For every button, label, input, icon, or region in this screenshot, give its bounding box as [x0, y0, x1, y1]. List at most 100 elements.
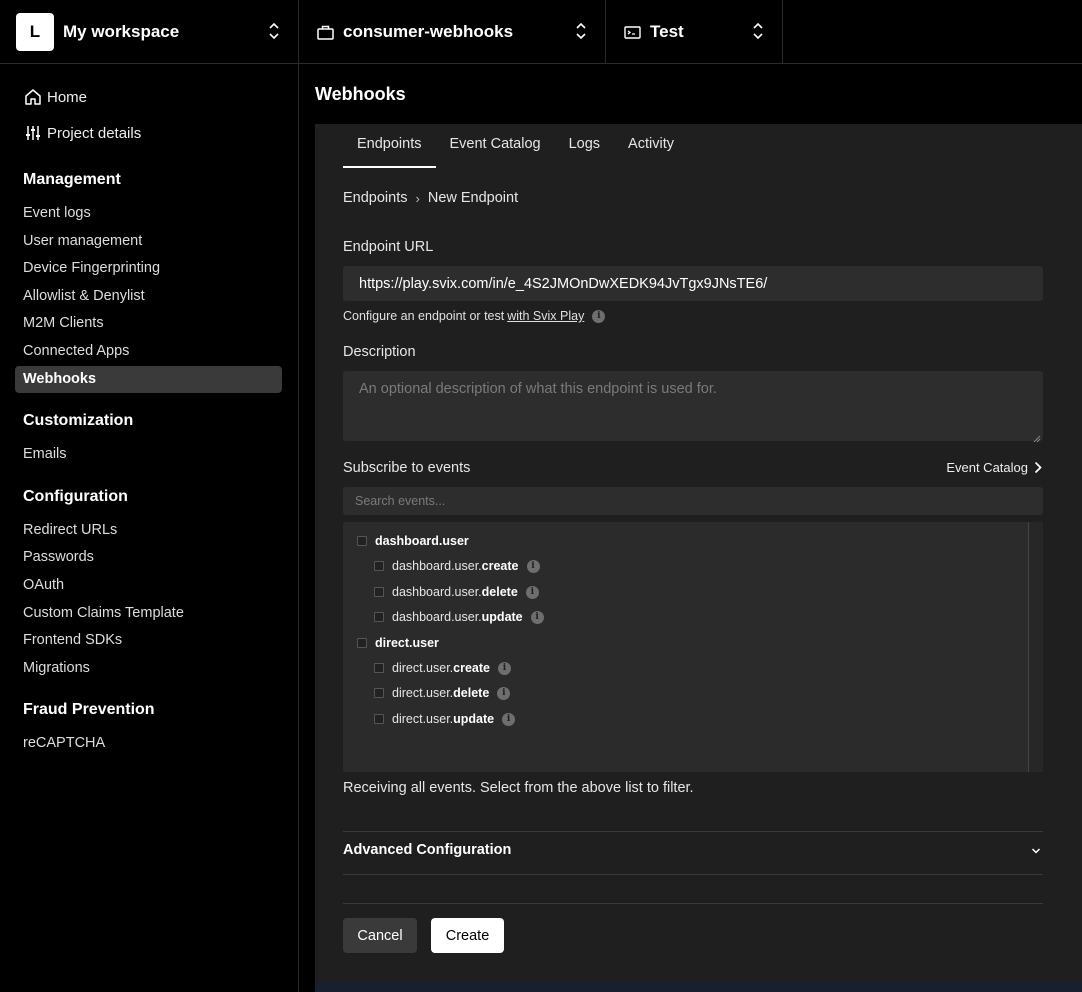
event-action: delete [453, 686, 490, 700]
workspace-switcher[interactable]: L My workspace [0, 0, 299, 64]
tab-endpoints[interactable]: Endpoints [343, 124, 436, 168]
checkbox[interactable] [357, 638, 367, 648]
sidebar-item-redirect-urls[interactable]: Redirect URLs [23, 522, 117, 538]
page-title: Webhooks [315, 84, 406, 104]
sidebar-item-oauth[interactable]: OAuth [23, 577, 64, 593]
event-item[interactable]: dashboard.user. update i [374, 610, 544, 624]
endpoint-url-label: Endpoint URL [343, 239, 434, 255]
event-group-dashboard-user[interactable]: dashboard.user [357, 534, 469, 548]
info-icon[interactable]: i [497, 661, 511, 675]
sidebar-item-event-logs[interactable]: Event logs [23, 205, 91, 221]
sidebar-item-custom-claims-template[interactable]: Custom Claims Template [23, 605, 184, 621]
checkbox[interactable] [374, 587, 384, 597]
divider [343, 903, 1043, 904]
info-icon[interactable]: i [592, 309, 606, 323]
sliders-icon [23, 123, 43, 143]
advanced-configuration-toggle[interactable]: Advanced Configuration [343, 842, 1043, 864]
breadcrumb-new-endpoint: New Endpoint [427, 190, 519, 206]
chevron-up-down-icon [268, 20, 280, 42]
svix-play-hint: Configure an endpoint or test with Svix … [343, 309, 606, 323]
sidebar-item-webhooks[interactable]: Webhooks [15, 366, 282, 393]
event-group-direct-user[interactable]: direct.user [357, 636, 439, 650]
event-item[interactable]: direct.user. delete i [374, 686, 511, 700]
chevron-down-icon [1031, 844, 1041, 860]
endpoint-url-input[interactable]: https://play.svix.com/in/e_4S2JMOnDwXEDK… [343, 266, 1043, 301]
event-catalog-link[interactable]: Event Catalog [946, 460, 1042, 475]
sidebar-item-home[interactable]: Home [23, 87, 87, 107]
event-list: dashboard.user dashboard.user. create i d… [343, 522, 1043, 772]
breadcrumb-endpoints[interactable]: Endpoints [343, 190, 408, 206]
project-switcher[interactable]: consumer-webhooks [299, 0, 606, 64]
sidebar-item-emails[interactable]: Emails [23, 446, 67, 462]
resize-handle-icon[interactable] [1033, 431, 1041, 443]
info-icon[interactable]: i [526, 559, 540, 573]
event-prefix: dashboard.user. [392, 585, 482, 599]
workspace-avatar: L [16, 13, 54, 51]
sidebar-item-frontend-sdks[interactable]: Frontend SDKs [23, 632, 122, 648]
sidebar-item-project-details[interactable]: Project details [23, 123, 141, 143]
webhooks-panel: Endpoints Event Catalog Logs Activity En… [315, 124, 1082, 992]
description-textarea[interactable]: An optional description of what this end… [343, 371, 1043, 443]
event-action: delete [481, 585, 518, 599]
checkbox[interactable] [374, 688, 384, 698]
event-prefix: direct.user. [392, 712, 454, 726]
search-events-input[interactable]: Search events... [343, 487, 1043, 515]
info-icon[interactable]: i [525, 585, 539, 599]
chevron-right-icon [1034, 461, 1042, 474]
sidebar-item-allowlist-denylist[interactable]: Allowlist & Denylist [23, 288, 145, 304]
divider [343, 831, 1043, 832]
info-icon[interactable]: i [530, 610, 544, 624]
description-placeholder: An optional description of what this end… [359, 381, 717, 397]
environment-switcher[interactable]: Test [606, 0, 783, 64]
event-group-label: direct.user [375, 636, 439, 650]
sidebar-item-label: Home [47, 88, 88, 106]
event-item[interactable]: dashboard.user. delete i [374, 585, 539, 599]
environment-name: Test [650, 22, 684, 41]
event-prefix: dashboard.user. [392, 610, 482, 624]
checkbox[interactable] [374, 714, 384, 724]
info-icon[interactable]: i [502, 712, 516, 726]
checkbox[interactable] [374, 663, 384, 673]
chevron-up-down-icon [752, 20, 764, 42]
event-item[interactable]: direct.user. create i [374, 661, 511, 675]
breadcrumb: Endpoints › New Endpoint [343, 190, 518, 206]
sidebar-item-migrations[interactable]: Migrations [23, 660, 90, 676]
sidebar-item-user-management[interactable]: User management [23, 233, 142, 249]
chevron-right-icon: › [415, 190, 420, 206]
event-item[interactable]: dashboard.user. create i [374, 559, 540, 573]
checkbox[interactable] [374, 561, 384, 571]
event-action: create [453, 661, 490, 675]
checkbox[interactable] [357, 536, 367, 546]
sidebar-item-m2m-clients[interactable]: M2M Clients [23, 315, 104, 331]
description-label: Description [343, 344, 416, 360]
tab-logs[interactable]: Logs [555, 124, 614, 168]
tab-event-catalog[interactable]: Event Catalog [436, 124, 555, 168]
sidebar-item-connected-apps[interactable]: Connected Apps [23, 343, 129, 359]
chevron-up-down-icon [575, 20, 587, 42]
event-item[interactable]: direct.user. update i [374, 712, 516, 726]
checkbox[interactable] [374, 612, 384, 622]
event-action: update [453, 712, 495, 726]
briefcase-icon [316, 23, 334, 41]
info-icon[interactable]: i [497, 686, 511, 700]
tab-bar: Endpoints Event Catalog Logs Activity [343, 124, 688, 168]
event-prefix: direct.user. [392, 686, 454, 700]
hint-text: Configure an endpoint or test [343, 309, 505, 323]
tab-activity[interactable]: Activity [614, 124, 688, 168]
create-button[interactable]: Create [431, 918, 504, 953]
sidebar-item-recaptcha[interactable]: reCAPTCHA [23, 735, 105, 751]
event-prefix: direct.user. [392, 661, 454, 675]
sidebar-item-device-fingerprinting[interactable]: Device Fingerprinting [23, 260, 160, 276]
event-action: create [481, 559, 519, 573]
event-prefix: dashboard.user. [392, 559, 482, 573]
sidebar-section-customization: Customization [23, 412, 134, 429]
environment-icon [623, 23, 641, 41]
sidebar: Home Project details Management Event lo… [0, 64, 299, 992]
divider [343, 874, 1043, 875]
svix-play-link[interactable]: with Svix Play [507, 309, 584, 323]
project-name: consumer-webhooks [343, 22, 514, 41]
cancel-button[interactable]: Cancel [343, 918, 417, 953]
event-catalog-link-label: Event Catalog [946, 460, 1028, 475]
sidebar-item-passwords[interactable]: Passwords [23, 549, 94, 565]
scrollbar[interactable] [1028, 522, 1043, 772]
